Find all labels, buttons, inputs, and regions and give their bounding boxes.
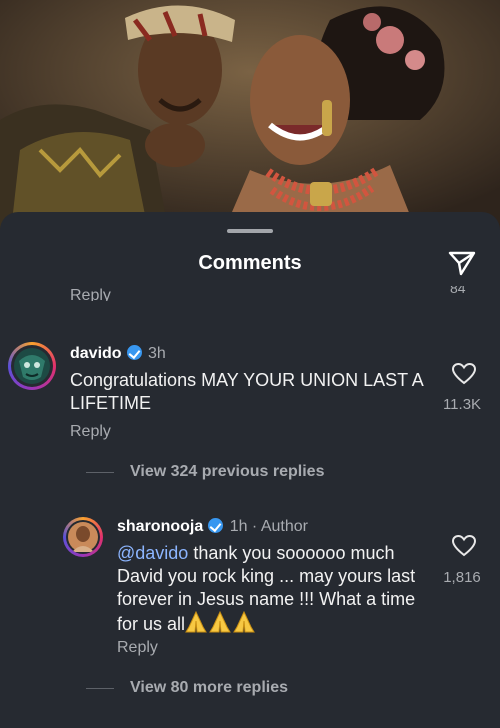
- sheet-title: Comments: [198, 252, 302, 274]
- view-previous-replies[interactable]: View 324 previous replies: [86, 463, 324, 481]
- comment-reply-button[interactable]: Reply: [70, 423, 111, 441]
- couple-photo: [0, 0, 500, 240]
- view-previous-replies-label: View 324 previous replies: [130, 463, 325, 480]
- thread-line: [86, 687, 114, 689]
- reply-like-count: 1,816: [443, 569, 481, 586]
- previous-like-count: 84: [450, 286, 466, 295]
- heart-icon[interactable]: [451, 362, 477, 386]
- previous-reply-link[interactable]: Reply: [70, 284, 111, 301]
- avatar-sharonooja[interactable]: [66, 520, 100, 554]
- reply-reply-button[interactable]: Reply: [117, 639, 158, 657]
- post-photo: [0, 0, 500, 240]
- comment-time: 3h: [148, 345, 166, 362]
- mention-link[interactable]: @davido: [117, 543, 188, 563]
- paper-plane-icon: [448, 251, 476, 276]
- comments-sheet: Comments Reply 84 davido 3h Congratulati…: [0, 212, 500, 728]
- avatar-image: [14, 348, 50, 384]
- verified-badge-icon: [126, 345, 142, 360]
- heart-icon[interactable]: [451, 534, 477, 558]
- comment-username[interactable]: davido: [70, 345, 122, 362]
- reply-header: sharonooja 1h · Author: [117, 518, 308, 536]
- reply-meta: 1h · Author: [229, 518, 308, 535]
- comment-like-count: 11.3K: [442, 396, 482, 413]
- view-more-replies-label: View 80 more replies: [130, 679, 289, 696]
- folded-hands-icon: [185, 611, 255, 633]
- drag-handle[interactable]: [227, 229, 273, 233]
- verified-badge-icon: [208, 518, 224, 533]
- send-button[interactable]: [446, 248, 478, 278]
- comment-header: davido 3h: [70, 345, 166, 363]
- thread-line: [86, 471, 114, 473]
- reply-username[interactable]: sharonooja: [117, 518, 203, 535]
- reply-text: @davido thank you soooooo much David you…: [117, 542, 429, 636]
- avatar-davido[interactable]: [11, 345, 53, 387]
- comment-text: Congratulations MAY YOUR UNION LAST A LI…: [70, 370, 423, 413]
- view-more-replies[interactable]: View 80 more replies: [86, 679, 288, 697]
- avatar-image: [68, 522, 98, 552]
- folded-hands-emoji: [185, 611, 255, 633]
